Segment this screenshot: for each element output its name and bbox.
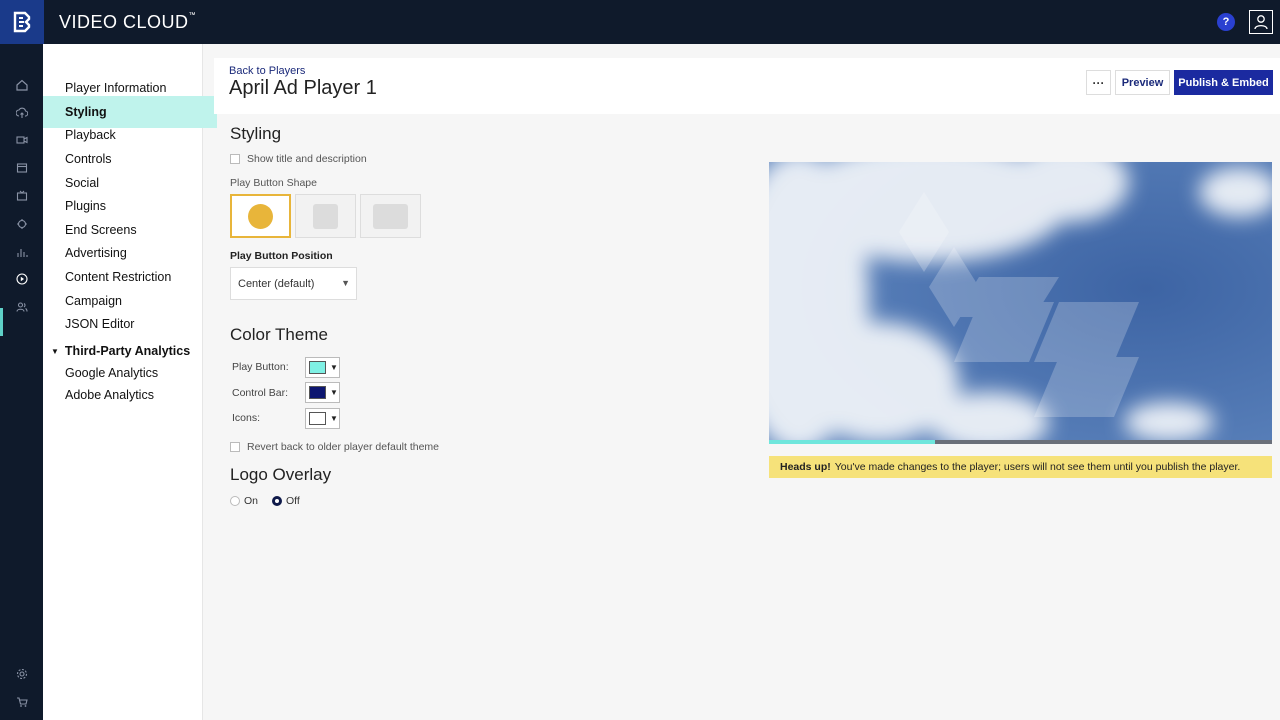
- settings-icon[interactable]: [14, 666, 30, 682]
- subnav-item-google-analytics[interactable]: Google Analytics: [65, 366, 158, 380]
- circle-shape-icon: [248, 203, 273, 229]
- logo-overlay-section-title: Logo Overlay: [230, 465, 332, 484]
- show-title-label: Show title and description: [247, 153, 367, 165]
- unpublished-changes-notice: Heads up! You've made changes to the pla…: [769, 456, 1272, 478]
- revert-theme-row: Revert back to older player default them…: [230, 441, 439, 453]
- players-icon[interactable]: [14, 271, 30, 287]
- page-title: April Ad Player 1: [229, 77, 377, 99]
- play-button-color-swatch: [309, 361, 326, 374]
- notice-heading: Heads up!: [780, 461, 831, 473]
- square-shape-icon: [313, 203, 338, 229]
- top-bar: VIDEO CLOUD™ ?: [0, 0, 1280, 44]
- home-icon[interactable]: [14, 77, 30, 93]
- player-preview-image: [769, 162, 1272, 443]
- app-title: VIDEO CLOUD™: [59, 12, 197, 32]
- users-icon[interactable]: [14, 299, 30, 315]
- analytics-icon[interactable]: [14, 244, 30, 260]
- subnav-item-adobe-analytics[interactable]: Adobe Analytics: [65, 388, 154, 402]
- logo-overlay-off-option[interactable]: Off: [272, 495, 300, 507]
- icons-color-label: Icons:: [232, 412, 261, 424]
- play-button-shape-label: Play Button Shape: [230, 177, 317, 189]
- page-header: Back to Players April Ad Player 1 ··· Pr…: [214, 58, 1280, 114]
- icons-color-swatch: [309, 412, 326, 425]
- revert-theme-label: Revert back to older player default them…: [247, 441, 440, 453]
- rail-active-indicator: [0, 308, 3, 336]
- dropdown-arrow-icon: ▼: [341, 278, 350, 288]
- back-to-players-link[interactable]: Back to Players: [229, 65, 305, 77]
- user-account-icon[interactable]: [1249, 10, 1273, 34]
- player-progress-track[interactable]: [769, 440, 1272, 444]
- icons-color-picker[interactable]: ▼: [305, 408, 340, 429]
- logo-overlay-off-label: Off: [286, 495, 300, 507]
- dropdown-arrow-icon: ▼: [330, 388, 338, 397]
- player-progress-fill: [769, 440, 935, 444]
- color-theme-section-title: Color Theme: [230, 325, 328, 344]
- social-icon[interactable]: [14, 216, 30, 232]
- subnav-group-third-party-analytics[interactable]: ▼ Third-Party Analytics: [51, 344, 190, 358]
- play-button-position-label: Play Button Position: [230, 250, 333, 262]
- logo-overlay-off-radio[interactable]: [272, 496, 282, 506]
- styling-subnav: Player Information Styling Playback Cont…: [43, 44, 217, 720]
- styling-section-title: Styling: [230, 124, 282, 143]
- upload-icon[interactable]: [14, 105, 30, 121]
- cart-icon[interactable]: [14, 694, 30, 710]
- left-rail: [0, 44, 43, 720]
- brightcove-logo-icon[interactable]: [0, 0, 44, 44]
- shape-option-circle[interactable]: [230, 194, 291, 238]
- control-bar-color-label: Control Bar:: [232, 387, 289, 399]
- shape-option-rectangle[interactable]: [360, 194, 421, 238]
- more-options-button[interactable]: ···: [1086, 70, 1111, 95]
- logo-overlay-on-option[interactable]: On: [230, 495, 258, 507]
- play-button-position-value: Center (default): [238, 277, 315, 290]
- show-title-row: Show title and description: [230, 153, 367, 165]
- subnav-group-label: Third-Party Analytics: [64, 344, 191, 358]
- logo-overlay-on-label: On: [244, 495, 259, 507]
- control-bar-color-picker[interactable]: ▼: [305, 382, 340, 403]
- dropdown-arrow-icon: ▼: [330, 414, 338, 423]
- dropdown-arrow-icon: ▼: [330, 363, 338, 372]
- chevron-down-icon: ▼: [51, 346, 59, 356]
- play-button-color-picker[interactable]: ▼: [305, 357, 340, 378]
- live-icon[interactable]: [14, 188, 30, 204]
- publish-embed-button[interactable]: Publish & Embed: [1174, 70, 1273, 95]
- help-icon[interactable]: ?: [1217, 13, 1235, 31]
- subnav-item-json-editor[interactable]: JSON Editor: [43, 308, 217, 340]
- control-bar-color-swatch: [309, 386, 326, 399]
- shape-option-square[interactable]: [295, 194, 356, 238]
- logo-overlay-on-radio[interactable]: [230, 496, 240, 506]
- video-icon[interactable]: [14, 132, 30, 148]
- media-icon[interactable]: [14, 160, 30, 176]
- revert-theme-checkbox[interactable]: [230, 442, 240, 452]
- notice-text: You've made changes to the player; users…: [834, 461, 1241, 473]
- player-preview[interactable]: [769, 162, 1272, 443]
- play-button-position-select[interactable]: Center (default) ▼: [230, 267, 357, 300]
- preview-button[interactable]: Preview: [1115, 70, 1170, 95]
- play-button-color-label: Play Button:: [232, 361, 289, 373]
- show-title-checkbox[interactable]: [230, 154, 240, 164]
- rectangle-shape-icon: [373, 203, 408, 229]
